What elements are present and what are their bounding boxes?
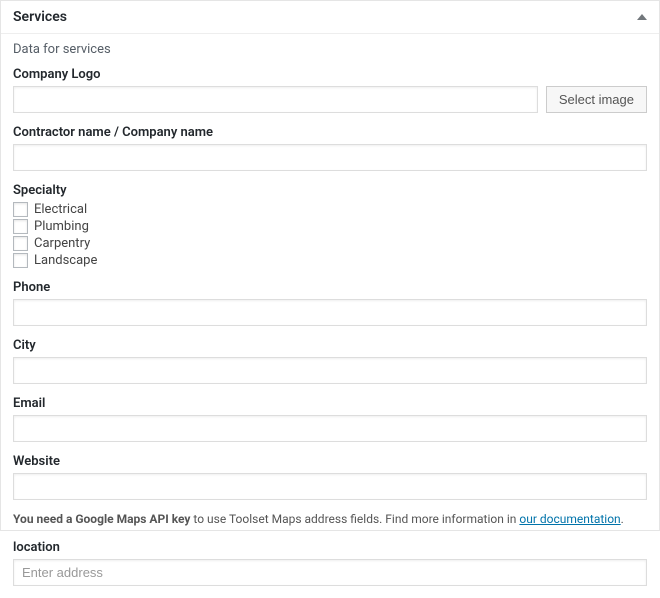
checkbox-landscape[interactable]	[13, 253, 28, 268]
email-label: Email	[13, 396, 647, 411]
location-label: location	[13, 540, 647, 555]
select-image-button[interactable]: Select image	[546, 86, 647, 113]
specialty-option-label: Landscape	[34, 253, 97, 268]
phone-label: Phone	[13, 280, 647, 295]
documentation-link[interactable]: our documentation	[519, 512, 620, 526]
specialty-option-label: Electrical	[34, 202, 87, 217]
specialty-option: Electrical	[13, 202, 647, 217]
specialty-option: Plumbing	[13, 219, 647, 234]
website-input[interactable]	[13, 473, 647, 500]
maps-api-notice: You need a Google Maps API key to use To…	[13, 512, 647, 526]
field-location: location	[13, 540, 647, 586]
company-logo-label: Company Logo	[13, 67, 647, 82]
notice-bold: You need a Google Maps API key	[13, 512, 190, 526]
checkbox-carpentry[interactable]	[13, 236, 28, 251]
field-company-logo: Company Logo Select image	[13, 67, 647, 113]
field-phone: Phone	[13, 280, 647, 326]
specialty-option-label: Carpentry	[34, 236, 90, 251]
website-label: Website	[13, 454, 647, 469]
contractor-name-label: Contractor name / Company name	[13, 125, 647, 140]
checkbox-plumbing[interactable]	[13, 219, 28, 234]
company-logo-input[interactable]	[13, 86, 538, 113]
field-website: Website	[13, 454, 647, 500]
specialty-option-label: Plumbing	[34, 219, 89, 234]
specialty-label: Specialty	[13, 183, 647, 198]
email-input[interactable]	[13, 415, 647, 442]
location-input[interactable]	[13, 559, 647, 586]
checkbox-electrical[interactable]	[13, 202, 28, 217]
city-input[interactable]	[13, 357, 647, 384]
phone-input[interactable]	[13, 299, 647, 326]
panel-body: Company Logo Select image Contractor nam…	[1, 61, 659, 598]
specialty-option: Landscape	[13, 253, 647, 268]
panel-title: Services	[13, 9, 67, 25]
specialty-option: Carpentry	[13, 236, 647, 251]
notice-suffix: .	[621, 512, 624, 526]
panel-header: Services	[1, 1, 659, 34]
notice-text: to use Toolset Maps address fields. Find…	[190, 512, 519, 526]
field-specialty: Specialty Electrical Plumbing Carpentry …	[13, 183, 647, 268]
field-city: City	[13, 338, 647, 384]
field-email: Email	[13, 396, 647, 442]
contractor-name-input[interactable]	[13, 144, 647, 171]
city-label: City	[13, 338, 647, 353]
collapse-toggle-icon[interactable]	[637, 14, 647, 20]
field-contractor-name: Contractor name / Company name	[13, 125, 647, 171]
panel-description: Data for services	[1, 34, 659, 61]
services-panel: Services Data for services Company Logo …	[0, 0, 660, 531]
